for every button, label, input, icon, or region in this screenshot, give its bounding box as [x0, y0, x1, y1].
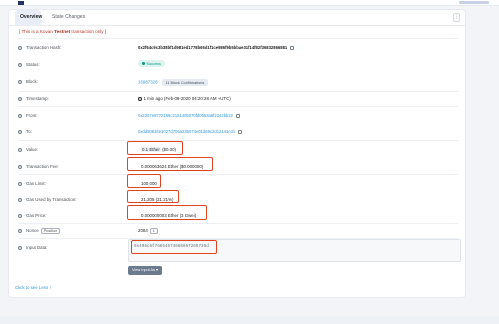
testnet-notice-prefix: [ This is a Kovan	[19, 29, 55, 34]
to-value-wrap: 0xdd50634e1027d706a235074e01d69c2d12141c…	[138, 129, 242, 134]
help-icon[interactable]: ?	[18, 129, 22, 134]
highlight-box-gas-limit	[127, 174, 161, 188]
help-icon[interactable]: ?	[18, 45, 22, 50]
site-logo[interactable]	[18, 1, 24, 5]
highlight-box-input-data	[131, 240, 217, 254]
timestamp-value: 1 min ago (Feb-06-2020 04:20:28 AM +UTC)	[143, 96, 231, 101]
row-gas-price: ? Gas Price: 0.000000003 Ether (3 Gwei)	[18, 212, 458, 221]
row-gas-used: ? Gas Used by Transaction: 21,208 (21.21…	[18, 196, 458, 205]
copy-icon[interactable]	[290, 45, 295, 50]
gas-used-label: Gas Used by Transaction:	[26, 197, 77, 202]
row-tx-fee: ? Transaction Fee: 0.000063624 Ether ($0…	[18, 163, 458, 172]
divider	[18, 38, 458, 39]
highlight-box-gas-used	[127, 190, 179, 203]
divider	[18, 106, 458, 107]
divider	[18, 91, 458, 92]
highlight-box-gas-price	[127, 205, 207, 220]
status-label: Status:	[26, 62, 40, 67]
more-options-button[interactable]: ⋮	[453, 13, 460, 22]
position-pill: Position	[40, 228, 61, 234]
help-icon[interactable]: ?	[18, 181, 22, 186]
block-label: Block:	[26, 79, 38, 84]
copy-icon[interactable]	[236, 113, 241, 118]
tab-bar: Overview State Changes ⋮	[9, 10, 465, 26]
gas-price-label: Gas Price:	[26, 213, 47, 218]
clock-icon	[138, 96, 142, 101]
tx-fee-label: Transaction Fee:	[26, 164, 59, 169]
row-gas-limit: ? Gas Limit: 100,000	[18, 180, 458, 189]
nonce-label-wrap: Nonce Position	[26, 228, 61, 234]
tx-hash-value-wrap: 0x2f64c9c3b38bf1d981ed1778b65d1f1ce986f9…	[138, 45, 295, 50]
position-value: 1	[149, 228, 158, 234]
from-address-link[interactable]: 0x2267e8772155c2151405070fd0553a6f2342bb…	[138, 113, 233, 118]
check-circle-icon	[142, 62, 145, 65]
nonce-label: Nonce	[26, 228, 39, 233]
row-value: ? Value: 0.1 Ether ($0.00)	[18, 146, 458, 155]
row-block: ? Block: 16987328 11 Block Confirmations	[18, 78, 458, 87]
value-label: Value:	[26, 147, 39, 152]
page-footer	[0, 316, 499, 324]
row-tx-hash: ? Transaction Hash: 0x2f64c9c3b38bf1d981…	[18, 44, 458, 53]
divider	[18, 223, 458, 224]
confirmations-badge: 11 Block Confirmations	[161, 79, 209, 86]
gas-limit-label: Gas Limit:	[26, 181, 46, 186]
nav-menu[interactable]	[459, 1, 489, 4]
help-icon[interactable]: ?	[18, 113, 22, 118]
top-nav-bar	[0, 0, 499, 6]
highlight-box-value	[127, 141, 183, 155]
divider	[18, 140, 458, 141]
help-icon[interactable]: ?	[18, 164, 22, 169]
from-value-wrap: 0x2267e8772155c2151405070fd0553a6f2342bb…	[138, 113, 241, 118]
help-icon[interactable]: ?	[18, 197, 22, 202]
help-icon[interactable]: ?	[18, 96, 22, 101]
status-value: Success	[146, 61, 161, 66]
nonce-value: 2084	[138, 228, 148, 233]
block-value-wrap: 16987328 11 Block Confirmations	[138, 79, 209, 86]
help-icon[interactable]: ?	[18, 228, 22, 233]
see-less-link[interactable]: Click to see Less ↑	[15, 285, 52, 290]
testnet-notice-suffix: transaction only ]	[70, 29, 107, 34]
highlight-box-tx-fee	[127, 157, 213, 171]
row-nonce: ? Nonce Position 2084 1	[18, 227, 458, 236]
tab-overview[interactable]: Overview	[15, 10, 42, 26]
to-label: To:	[26, 129, 32, 134]
nonce-value-wrap: 2084 1	[138, 228, 158, 234]
copy-icon[interactable]	[237, 129, 242, 134]
help-icon[interactable]: ?	[18, 147, 22, 152]
tab-state-changes[interactable]: State Changes	[47, 10, 90, 26]
row-to: ? To: 0xdd50634e1027d706a235074e01d69c2d…	[18, 128, 458, 137]
timestamp-label: Timestamp:	[26, 96, 49, 101]
view-input-as-button[interactable]: View Input As ▾	[128, 266, 162, 275]
input-data-label: Input Data:	[26, 245, 48, 250]
help-icon[interactable]: ?	[18, 62, 22, 67]
row-timestamp: ? Timestamp: 1 min ago (Feb-06-2020 04:2…	[18, 95, 458, 104]
from-label: From:	[26, 113, 38, 118]
help-icon[interactable]: ?	[18, 79, 22, 84]
help-icon[interactable]: ?	[18, 213, 22, 218]
timestamp-value-wrap: 1 min ago (Feb-06-2020 04:20:28 AM +UTC)	[138, 96, 231, 101]
status-badge: Success	[138, 60, 165, 67]
tx-hash-value[interactable]: 0x2f64c9c3b38bf1d981ed1778b65d1f1ce986f9…	[138, 45, 287, 50]
testnet-notice-bold: Testnet	[54, 29, 71, 34]
tx-hash-label: Transaction Hash:	[26, 45, 62, 50]
row-status: ? Status: Success	[18, 60, 458, 70]
block-number-link[interactable]: 16987328	[138, 80, 158, 85]
help-icon[interactable]: ?	[18, 245, 22, 250]
testnet-notice: [ This is a Kovan Testnet transaction on…	[19, 29, 106, 34]
divider	[18, 174, 458, 175]
to-address-link[interactable]: 0xdd50634e1027d706a235074e01d69c2d12141c…	[138, 129, 235, 134]
row-from: ? From: 0x2267e8772155c2151405070fd0553a…	[18, 112, 458, 121]
